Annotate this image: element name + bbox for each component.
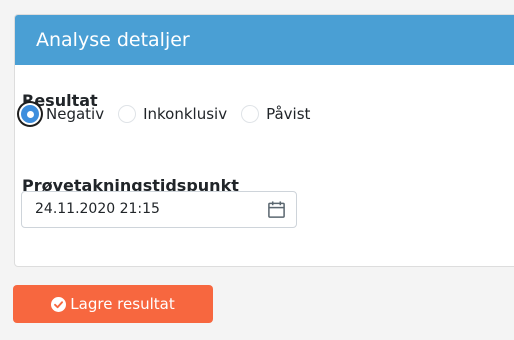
sampling-time-input[interactable]: 24.11.2020 21:15 [21, 191, 297, 228]
radio-label-inkonklusiv[interactable]: Inkonklusiv [143, 105, 227, 123]
save-result-label: Lagre resultat [70, 295, 175, 313]
analysis-details-panel: Analyse detaljer [14, 14, 514, 267]
radio-button-pavist[interactable] [241, 105, 260, 123]
radio-option-inkonklusiv[interactable]: Inkonklusiv [118, 105, 227, 123]
check-circle-icon [51, 296, 67, 312]
radio-button-inkonklusiv[interactable] [118, 105, 137, 123]
radio-option-negativ[interactable]: Negativ [21, 105, 104, 123]
calendar-icon[interactable] [267, 200, 286, 219]
result-radio-group: Negativ Inkonklusiv Påvist [21, 105, 320, 123]
radio-option-pavist[interactable]: Påvist [241, 105, 310, 123]
panel-header: Analyse detaljer [15, 15, 514, 65]
radio-button-negativ[interactable] [21, 105, 39, 123]
sampling-time-value: 24.11.2020 21:15 [35, 201, 160, 217]
radio-label-pavist[interactable]: Påvist [266, 105, 310, 123]
save-result-button[interactable]: Lagre resultat [13, 285, 213, 323]
radio-label-negativ[interactable]: Negativ [46, 105, 104, 123]
